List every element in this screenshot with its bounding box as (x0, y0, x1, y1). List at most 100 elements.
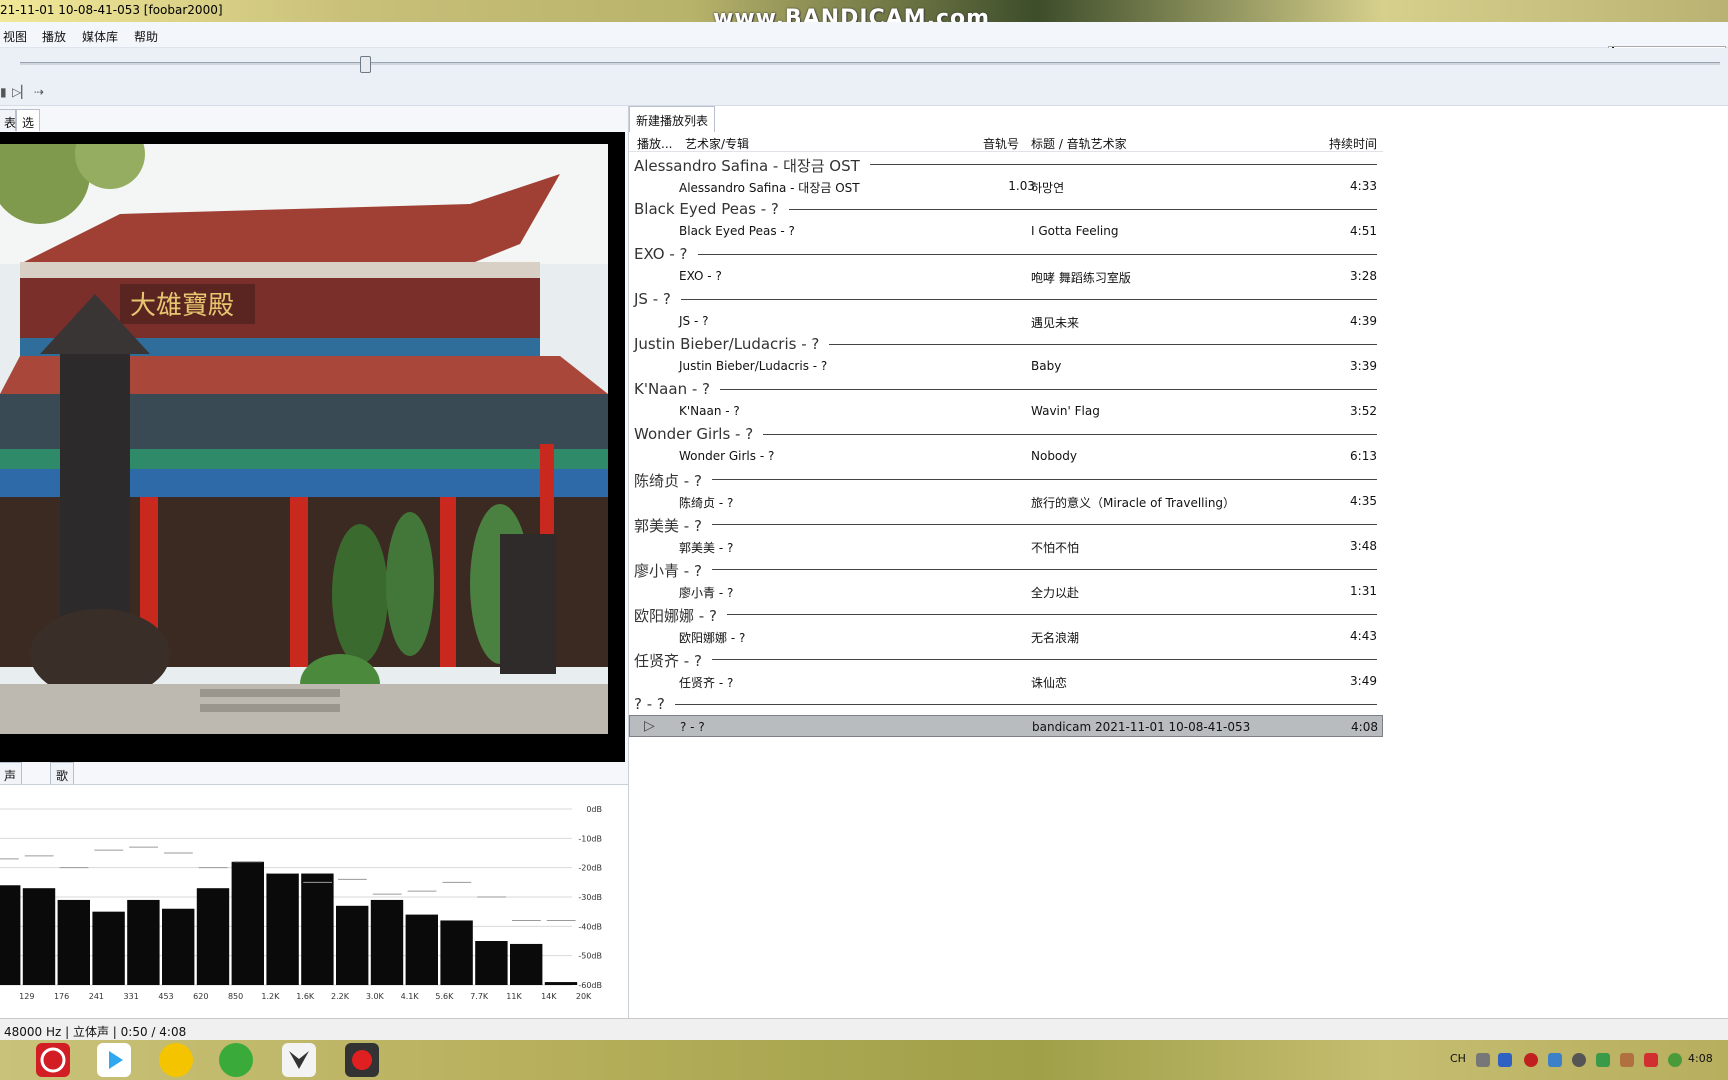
row-title: 不怕不怕 (1031, 540, 1080, 555)
power-icon[interactable] (1572, 1053, 1586, 1067)
tab-selection-properties[interactable]: 选择项属性 (16, 109, 41, 198)
playlist-group-header[interactable]: ? - ? (629, 692, 1383, 715)
bandicam-icon[interactable] (345, 1043, 379, 1077)
kuwo-icon[interactable] (159, 1043, 193, 1077)
col-duration[interactable]: 持续时间 (1329, 135, 1377, 152)
toolbar: ▮ ▷▏ ⇢ (0, 78, 1728, 106)
spectrum-bar (196, 888, 230, 985)
db-label: -20dB (578, 864, 602, 873)
col-artist-album[interactable]: 艺术家/专辑 (685, 135, 749, 152)
playlist-group-header[interactable]: K'Naan - ? (629, 377, 1383, 400)
status-text: 48000 Hz | 立体声 | 0:50 / 4:08 (4, 1025, 187, 1039)
playlist-row[interactable]: Black Eyed Peas - ? I Gotta Feeling 4:51 (629, 220, 1383, 243)
spectrum-bar (127, 899, 160, 985)
spectrum-bar (231, 861, 264, 985)
menu-bar: 视图 播放 媒体库 帮助 (0, 22, 1728, 68)
row-artist-album: JS - ? (679, 313, 709, 328)
help-icon[interactable] (1498, 1053, 1512, 1067)
row-artist-album: 欧阳娜娜 - ? (679, 630, 746, 645)
spectrum-bar (57, 899, 90, 985)
row-artist-album: Wonder Girls - ? (679, 448, 775, 463)
row-title: Baby (1031, 358, 1062, 373)
playlist-group-header[interactable]: 欧阳娜娜 - ? (629, 602, 1383, 626)
db-label: 0dB (586, 805, 602, 814)
tab-volume-meter[interactable]: 声量计 (0, 762, 23, 817)
menu-playback[interactable]: 播放 (42, 28, 66, 45)
tab-new-playlist[interactable]: 新建播放列表 (629, 106, 716, 132)
seek-bar-row (0, 48, 1728, 78)
group-name: EXO - ? (634, 245, 698, 263)
window-controls[interactable] (1698, 0, 1728, 20)
playlist-group-header[interactable]: Black Eyed Peas - ? (629, 197, 1383, 220)
playlist-group-header[interactable]: Alessandro Safina - 대장금 OST (629, 152, 1383, 176)
playlist-group-header[interactable]: Justin Bieber/Ludacris - ? (629, 332, 1383, 355)
row-duration: 6:13 (1350, 448, 1377, 463)
group-name: Alessandro Safina - 대장금 OST (634, 155, 870, 176)
random-icon[interactable]: ⇢ (34, 84, 50, 100)
row-duration: 4:43 (1350, 628, 1377, 643)
row-duration: 4:51 (1350, 223, 1377, 238)
col-track-no[interactable]: 音轨号 (983, 135, 1019, 152)
db-label: -60dB (578, 981, 602, 990)
freq-label: 2.2K (331, 992, 350, 1001)
row-duration: 3:52 (1350, 403, 1377, 418)
playlist-row[interactable]: 廖小青 - ? 全力以赴 1:31 (629, 580, 1383, 603)
playlist-row[interactable]: Alessandro Safina - 대장금 OST 1.03 하망연 4:33 (629, 175, 1383, 198)
playlist-row-now-playing[interactable]: ▷ ? - ? bandicam 2021-11-01 10-08-41-053 4:… (629, 714, 1383, 737)
seek-track[interactable] (20, 62, 1720, 65)
netease-music-icon[interactable] (36, 1043, 70, 1077)
playlist-group-header[interactable]: JS - ? (629, 287, 1383, 310)
col-playing[interactable]: 播放... (637, 135, 672, 152)
playlist-body: Alessandro Safina - 대장금 OST Alessandro Sa… (629, 152, 1383, 737)
tab-playlist-list[interactable]: 表 (0, 109, 16, 131)
group-name: Wonder Girls - ? (634, 425, 764, 443)
row-artist-album: K'Naan - ? (679, 403, 740, 418)
row-title: 하망연 (1031, 180, 1065, 195)
network-icon[interactable] (1596, 1053, 1610, 1067)
spectrum-bar (544, 982, 578, 985)
keyboard-icon[interactable] (1476, 1053, 1490, 1067)
row-title: 咆哮 舞蹈练习室版 (1031, 270, 1131, 285)
col-title-artist[interactable]: 标题 / 音轨艺术家 (1031, 135, 1127, 152)
speaker-mute-icon[interactable] (1644, 1053, 1658, 1067)
youku-icon[interactable] (97, 1043, 131, 1077)
foobar-icon[interactable] (282, 1043, 316, 1077)
playlist-group-header[interactable]: 任贤齐 - ? (629, 647, 1383, 671)
playlist-row[interactable]: Wonder Girls - ? Nobody 6:13 (629, 445, 1383, 468)
playlist-row[interactable]: Justin Bieber/Ludacris - ? Baby 3:39 (629, 355, 1383, 378)
group-name: 任贤齐 - ? (634, 650, 712, 671)
row-title: 旅行的意义（Miracle of Travelling） (1031, 495, 1236, 510)
row-duration: 4:33 (1350, 178, 1377, 193)
playlist-row[interactable]: 任贤齐 - ? 诛仙恋 3:49 (629, 670, 1383, 693)
playlist-group-header[interactable]: 郭美美 - ? (629, 512, 1383, 536)
playlist-row[interactable]: K'Naan - ? Wavin' Flag 3:52 (629, 400, 1383, 423)
next-track-icon[interactable]: ▷▏ (12, 84, 30, 100)
record-icon[interactable] (1524, 1053, 1538, 1067)
lang-indicator[interactable]: CH (1450, 1052, 1466, 1065)
menu-library[interactable]: 媒体库 (82, 28, 118, 45)
playlist-group-header[interactable]: EXO - ? (629, 242, 1383, 265)
tools-icon[interactable] (1620, 1053, 1634, 1067)
playlist-row[interactable]: 陈绮贞 - ? 旅行的意义（Miracle of Travelling） 4:35 (629, 490, 1383, 513)
group-divider (634, 479, 1377, 480)
playlist-group-header[interactable]: 陈绮贞 - ? (629, 467, 1383, 491)
playlist-row[interactable]: JS - ? 遇见未来 4:39 (629, 310, 1383, 333)
menu-view[interactable]: 视图 (3, 28, 27, 45)
playlist-row[interactable]: 郭美美 - ? 不怕不怕 3:48 (629, 535, 1383, 558)
playlist-group-header[interactable]: Wonder Girls - ? (629, 422, 1383, 445)
refresh-app-icon[interactable] (219, 1043, 253, 1077)
spectrum-bar (440, 920, 473, 985)
playlist-header: 播放... 艺术家/专辑 音轨号 标题 / 音轨艺术家 持续时间 (629, 132, 1383, 152)
app-tray-icon[interactable] (1668, 1053, 1682, 1067)
playlist-row[interactable]: EXO - ? 咆哮 舞蹈练习室版 3:28 (629, 265, 1383, 288)
playlist-panel: 新建播放列表 播放... 艺术家/专辑 音轨号 标题 / 音轨艺术家 持续时间 … (628, 106, 1728, 1018)
playlist-row[interactable]: 欧阳娜娜 - ? 无名浪潮 4:43 (629, 625, 1383, 648)
seek-thumb[interactable] (360, 56, 371, 73)
shield-icon[interactable] (1548, 1053, 1562, 1067)
row-title: 诛仙恋 (1031, 675, 1068, 690)
taskbar: CH 4:08 (0, 1040, 1728, 1080)
playlist-group-header[interactable]: 廖小青 - ? (629, 557, 1383, 581)
spectrum-bar (475, 941, 508, 985)
menu-help[interactable]: 帮助 (134, 28, 158, 45)
tab-lyrics[interactable]: 歌词 (50, 762, 75, 800)
